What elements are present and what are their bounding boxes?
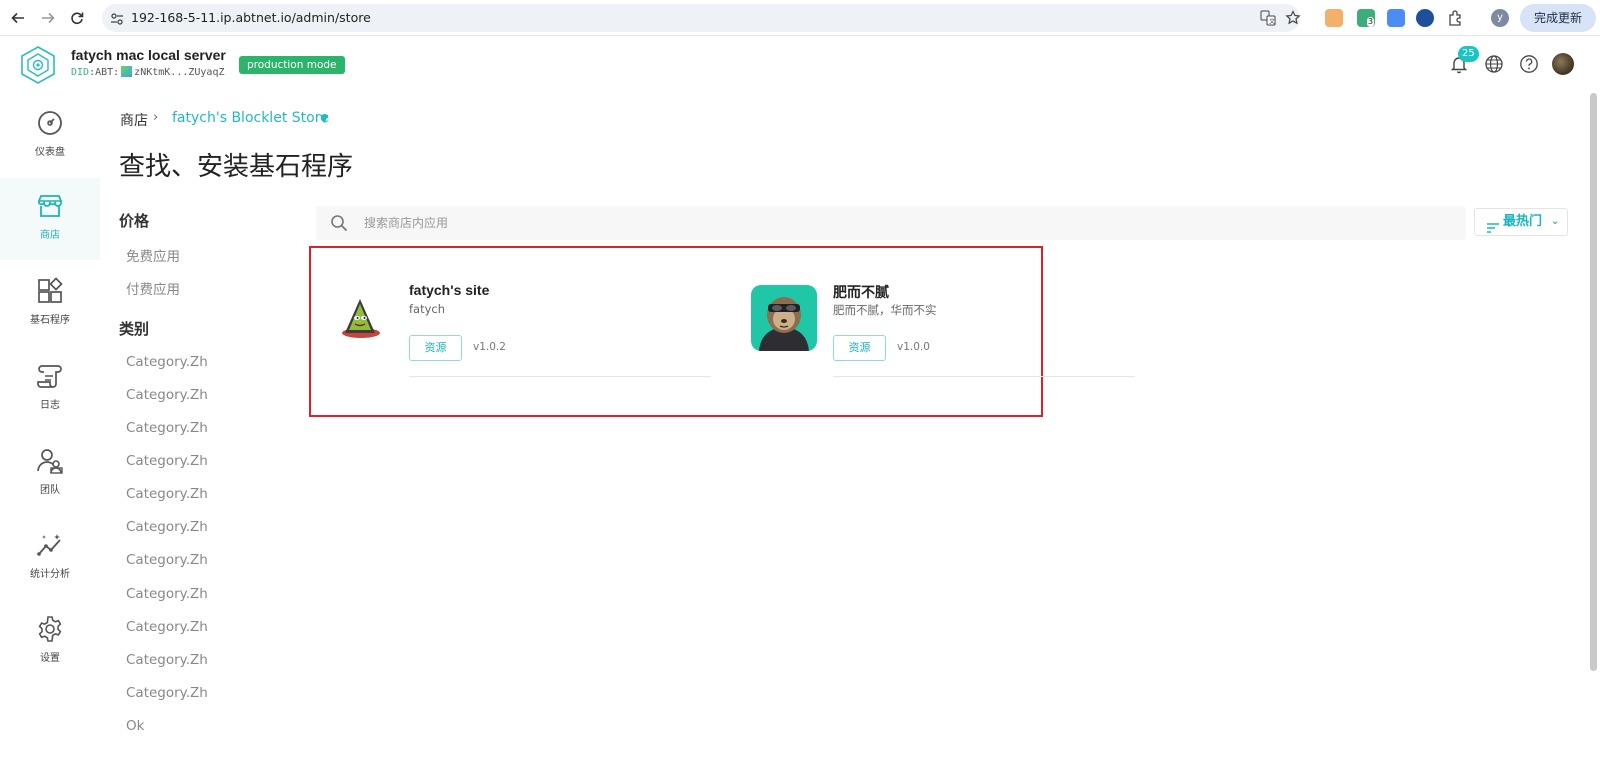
app-subtitle: fatych bbox=[409, 302, 446, 316]
app-card[interactable]: 肥而不腻 肥而不腻，华而不实 资源 v1.0.0 bbox=[751, 265, 1171, 385]
wallet-extension-icon[interactable]: 3 bbox=[1357, 9, 1375, 27]
resource-button[interactable]: 资源 bbox=[409, 335, 462, 361]
card-divider bbox=[833, 376, 1135, 377]
metamask-extension-icon[interactable] bbox=[1325, 9, 1343, 27]
sidebar-item-label: 团队 bbox=[40, 485, 60, 496]
app-version: v1.0.2 bbox=[473, 341, 506, 353]
app-title[interactable]: fatych's site bbox=[409, 282, 489, 298]
site-settings-icon[interactable] bbox=[110, 11, 124, 30]
bookmark-star-icon[interactable] bbox=[1285, 10, 1301, 30]
page-scrollbar[interactable] bbox=[1590, 93, 1597, 671]
sidebar-item-dashboard[interactable]: 仪表盘 bbox=[0, 95, 100, 177]
filter-paid-apps[interactable]: 付费应用 bbox=[126, 278, 180, 298]
app-subtitle: 肥而不腻，华而不实 bbox=[833, 303, 937, 317]
app-logo-fatych-site bbox=[327, 285, 393, 351]
address-bar[interactable]: 192-168-5-11.ip.abtnet.io/admin/store 文 bbox=[102, 4, 1301, 32]
sidebar-item-label: 商店 bbox=[40, 230, 60, 241]
team-icon bbox=[37, 449, 63, 474]
extension-badge: 3 bbox=[1367, 17, 1375, 27]
sidebar-item-settings[interactable]: 设置 bbox=[0, 601, 100, 683]
notification-count: 25 bbox=[1458, 46, 1479, 62]
breadcrumb-separator: › bbox=[153, 110, 159, 125]
profile-avatar[interactable]: y bbox=[1491, 9, 1509, 27]
caret-down-icon[interactable]: ▼ bbox=[320, 112, 328, 125]
category-item[interactable]: Category.Zh bbox=[126, 387, 208, 403]
sidebar-item-logs[interactable]: 日志 bbox=[0, 348, 100, 430]
server-name: fatych mac local server bbox=[71, 47, 226, 63]
svg-text:文: 文 bbox=[1269, 18, 1275, 26]
category-item[interactable]: Category.Zh bbox=[126, 486, 208, 502]
price-filter-heading: 价格 bbox=[119, 212, 150, 230]
sort-dropdown[interactable]: 最热门 ⌄ bbox=[1474, 208, 1568, 236]
search-icon bbox=[330, 214, 348, 236]
sidebar-item-label: 日志 bbox=[40, 400, 60, 411]
sidebar-item-team[interactable]: 团队 bbox=[0, 433, 100, 515]
app-logo-sloth bbox=[751, 285, 817, 351]
store-icon bbox=[38, 195, 62, 217]
category-filter-heading: 类别 bbox=[119, 320, 150, 338]
extensions-puzzle-icon[interactable] bbox=[1447, 9, 1465, 27]
logs-icon bbox=[37, 365, 62, 388]
url-text[interactable]: 192-168-5-11.ip.abtnet.io/admin/store bbox=[131, 10, 371, 25]
help-icon[interactable] bbox=[1517, 52, 1541, 76]
category-item[interactable]: Category.Zh bbox=[126, 519, 208, 535]
category-item[interactable]: Category.Zh bbox=[126, 652, 208, 668]
category-item[interactable]: Category.Zh bbox=[126, 685, 208, 701]
forward-arrow-icon[interactable] bbox=[38, 8, 58, 28]
category-item[interactable]: Category.Zh bbox=[126, 586, 208, 602]
category-item[interactable]: Category.Zh bbox=[126, 453, 208, 469]
sort-label: 最热门 bbox=[1503, 214, 1543, 229]
did-address[interactable]: DID:ABT: zNKtmK...ZUyaqZ bbox=[71, 66, 224, 78]
sidebar-item-label: 统计分析 bbox=[30, 569, 70, 580]
globe-icon[interactable] bbox=[1482, 52, 1506, 76]
app-card[interactable]: fatych's site fatych 资源 v1.0.2 bbox=[327, 265, 747, 385]
app-version: v1.0.0 bbox=[897, 341, 930, 353]
resource-button[interactable]: 资源 bbox=[833, 335, 886, 361]
category-item[interactable]: Category.Zh bbox=[126, 552, 208, 568]
blocklets-icon bbox=[38, 277, 63, 303]
category-item-ok[interactable]: Ok bbox=[126, 718, 144, 734]
page-title: 查找、安装基石程序 bbox=[119, 152, 354, 182]
dashboard-icon bbox=[38, 111, 62, 135]
category-item[interactable]: Category.Zh bbox=[126, 354, 208, 370]
did-prefix: DID bbox=[71, 67, 90, 78]
settings-icon bbox=[38, 616, 62, 642]
sidebar-item-label: 基石程序 bbox=[30, 315, 70, 326]
sort-lines-icon bbox=[1487, 217, 1499, 243]
reload-icon[interactable] bbox=[67, 8, 87, 28]
analytics-icon bbox=[37, 534, 61, 556]
did-value: zNKtmK...ZUyaqZ bbox=[134, 67, 225, 78]
screen-extension-icon[interactable] bbox=[1387, 9, 1405, 27]
app-title[interactable]: 肥而不腻 bbox=[833, 282, 889, 302]
breadcrumb-store-link[interactable]: 商店 bbox=[120, 110, 148, 130]
category-item[interactable]: Category.Zh bbox=[126, 420, 208, 436]
mode-badge: production mode bbox=[239, 56, 345, 74]
did-type: :ABT: bbox=[89, 67, 120, 78]
back-arrow-icon[interactable] bbox=[8, 8, 28, 28]
sidebar-item-blocklets[interactable]: 基石程序 bbox=[0, 263, 100, 345]
filter-free-apps[interactable]: 免费应用 bbox=[126, 245, 180, 265]
did-avatar-icon bbox=[121, 66, 133, 77]
category-item[interactable]: Category.Zh bbox=[126, 619, 208, 635]
sidebar-item-store[interactable]: 商店 bbox=[0, 178, 100, 260]
sidebar: 仪表盘 商店 基石程序 日志 团队 统计分析 设置 bbox=[0, 95, 100, 761]
card-divider bbox=[409, 376, 711, 377]
app-header: fatych mac local server DID:ABT: zNKtmK..… bbox=[0, 37, 1600, 92]
browser-toolbar: 192-168-5-11.ip.abtnet.io/admin/store 文 … bbox=[0, 0, 1600, 36]
sidebar-item-label: 设置 bbox=[40, 653, 60, 664]
user-avatar[interactable] bbox=[1552, 53, 1574, 75]
translate-icon[interactable]: 文 bbox=[1260, 10, 1276, 30]
sidebar-item-analytics[interactable]: 统计分析 bbox=[0, 517, 100, 599]
check-extension-icon[interactable] bbox=[1416, 9, 1434, 27]
store-selector[interactable]: fatych's Blocklet Store bbox=[172, 110, 329, 126]
chevron-down-icon: ⌄ bbox=[1551, 216, 1560, 227]
update-button[interactable]: 完成更新 bbox=[1520, 4, 1596, 32]
sidebar-item-label: 仪表盘 bbox=[35, 147, 65, 158]
search-box bbox=[316, 206, 1466, 240]
search-input[interactable] bbox=[364, 206, 1454, 240]
abt-node-logo[interactable] bbox=[18, 45, 58, 89]
